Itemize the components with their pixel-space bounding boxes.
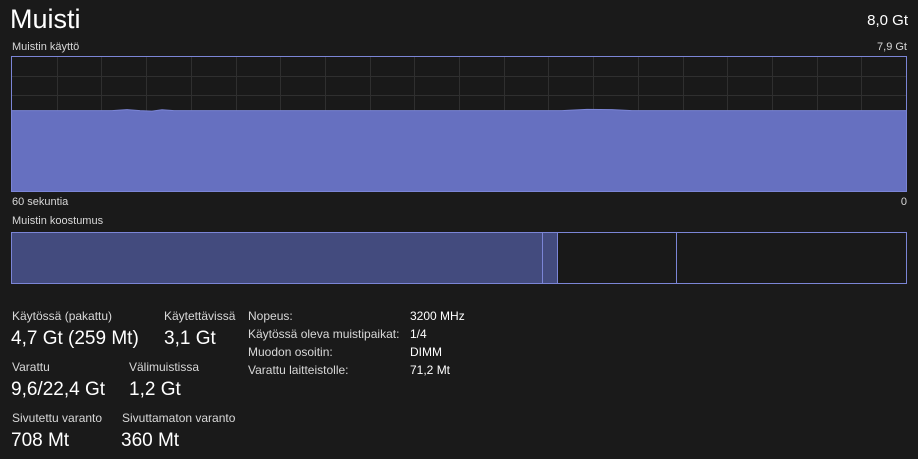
page-title: Muisti	[10, 4, 81, 34]
memory-composition-bar	[11, 232, 907, 284]
available-label: Käytettävissä	[164, 309, 236, 323]
in-use-label: Käytössä (pakattu)	[12, 309, 113, 323]
cached-label: Välimuistissa	[129, 360, 200, 374]
memory-usage-area	[12, 109, 906, 191]
memory-usage-max: 7,9 Gt	[877, 41, 907, 53]
memory-usage-svg	[12, 57, 906, 191]
slots-used-value: 1/4	[410, 327, 427, 341]
composition-in-use-segment	[12, 233, 542, 283]
hardware-reserved-value: 71,2 Mt	[410, 363, 451, 377]
available-value: 3,1 Gt	[164, 328, 216, 349]
slots-used-label: Käytössä oleva muistipaikat:	[248, 327, 400, 341]
paged-pool-label: Sivutettu varanto	[12, 411, 103, 425]
committed-label: Varattu	[12, 360, 50, 374]
composition-free-segment	[677, 233, 906, 283]
form-factor-value: DIMM	[410, 345, 442, 359]
time-span-label: 60 sekuntia	[12, 196, 69, 208]
hardware-reserved-label: Varattu laitteistolle:	[248, 363, 349, 377]
nonpaged-pool-value: 360 Mt	[121, 430, 180, 451]
memory-usage-graph	[11, 56, 907, 192]
nonpaged-pool-label: Sivuttamaton varanto	[122, 411, 236, 425]
memory-performance-panel: Muisti 8,0 Gt Muistin käyttö 7,9 Gt 60 s…	[0, 0, 918, 459]
total-memory: 8,0 Gt	[867, 12, 908, 29]
graph-zero-label: 0	[900, 196, 907, 208]
speed-label: Nopeus:	[248, 309, 293, 323]
memory-composition-label: Muistin koostumus	[12, 215, 104, 227]
committed-value: 9,6/22,4 Gt	[11, 379, 106, 400]
form-factor-label: Muodon osoitin:	[248, 345, 333, 359]
speed-value: 3200 MHz	[410, 309, 465, 323]
paged-pool-value: 708 Mt	[11, 430, 70, 451]
memory-usage-label: Muistin käyttö	[12, 41, 80, 53]
cached-value: 1,2 Gt	[129, 379, 181, 400]
in-use-value: 4,7 Gt (259 Mt)	[11, 328, 139, 349]
composition-standby-segment	[558, 233, 677, 283]
composition-modified-segment	[542, 233, 558, 283]
